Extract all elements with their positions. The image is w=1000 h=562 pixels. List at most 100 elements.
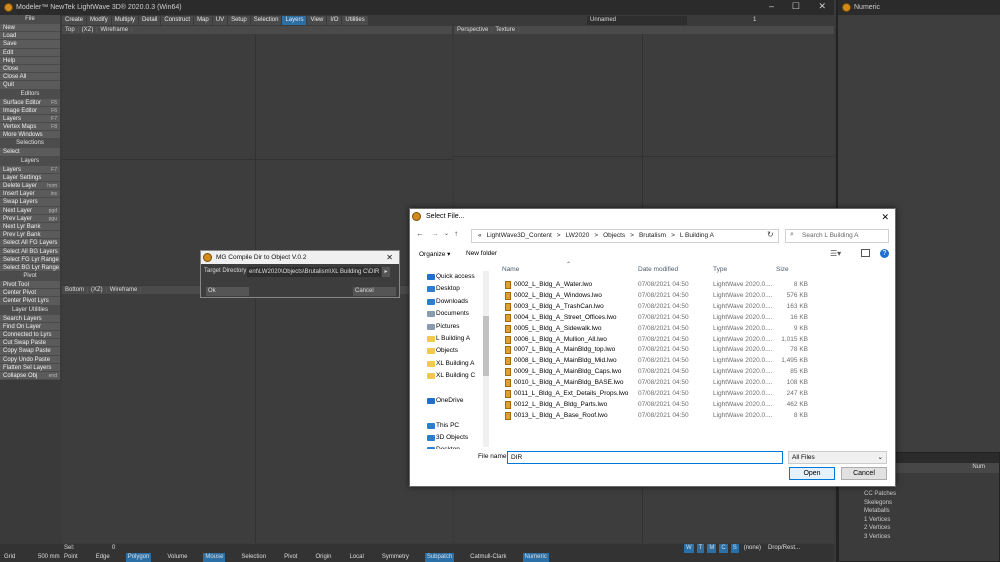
nav-item-objects[interactable]: Objects — [421, 345, 492, 357]
sidebar-button[interactable]: Surface Editor F5 — [0, 98, 60, 107]
sidebar-button[interactable]: Search Layers — [0, 314, 60, 323]
col-date[interactable]: Date modified — [638, 266, 678, 273]
sidebar-button[interactable]: Prev Layer pgu — [0, 214, 60, 223]
search-input[interactable]: Search L Building A — [785, 229, 889, 243]
status-local[interactable]: Local — [347, 553, 365, 562]
sidebar-button[interactable]: Next Layer pgd — [0, 206, 60, 215]
sidebar-button[interactable]: Cut Swap Paste — [0, 339, 60, 348]
sidebar-button[interactable]: Copy Undo Paste — [0, 355, 60, 364]
browse-arrow-icon[interactable]: ▸ — [382, 267, 390, 277]
file-row[interactable]: 0005_L_Bldg_A_Sidewalk.lwo 07/08/2021 04:… — [501, 323, 818, 334]
status-numeric[interactable]: Numeric — [522, 553, 549, 562]
close-icon[interactable]: ✕ — [881, 209, 889, 225]
sidebar-button[interactable]: Pivot Tool — [0, 281, 60, 290]
sidebar-button[interactable]: Select BG Lyr Range — [0, 263, 60, 273]
sidebar-button[interactable]: Collapse Obj end — [0, 371, 60, 381]
sidebar-button[interactable]: Next Lyr Bank — [0, 222, 60, 232]
target-dir-input[interactable]: ent\LW2020\Objects\Brutalism\XL Building… — [247, 267, 381, 277]
sidebar-button[interactable]: Save — [0, 40, 60, 49]
nav-item-xl-building-c[interactable]: XL Building C — [421, 370, 492, 382]
viewport-bottom[interactable]: Bottom (XZ) Wireframe — [62, 286, 452, 543]
status-right-item[interactable]: M — [707, 544, 717, 553]
nav-item-downloads[interactable]: Downloads — [421, 296, 492, 308]
layer-list-item[interactable]: 3 Vertices — [864, 533, 999, 542]
ok-button[interactable]: Ok — [206, 287, 249, 296]
layer-number[interactable]: 1 — [753, 16, 756, 25]
sidebar-button[interactable]: Swap Layers — [0, 198, 60, 207]
file-row[interactable]: 0002_L_Bldg_A_Windows.lwo 07/08/2021 04:5… — [501, 290, 818, 301]
address-bar[interactable]: « LightWave3D_Content > LW2020 > Objects > Brut… — [471, 229, 779, 243]
nav-item-3d-objects[interactable]: 3D Objects — [421, 432, 492, 444]
refresh-icon[interactable]: ↻ — [767, 230, 774, 239]
sidebar-button[interactable]: Copy Swap Paste — [0, 347, 60, 356]
tab-detail[interactable]: Detail — [139, 16, 161, 25]
tab-construct[interactable]: Construct — [161, 16, 194, 25]
status-mouse[interactable]: Mouse — [203, 553, 226, 562]
sidebar-button[interactable]: Layers F7 — [0, 165, 60, 174]
layer-list-item[interactable]: Skelegons — [864, 499, 999, 508]
sidebar-button[interactable]: New — [0, 24, 60, 33]
breadcrumb-item[interactable]: L Building A — [680, 232, 714, 239]
view-mode[interactable]: Perspective — [454, 27, 493, 33]
status-subpatch[interactable]: Subpatch — [424, 553, 455, 562]
status-catmullclark[interactable]: Catmull-Clark — [468, 553, 508, 562]
sidebar-button[interactable]: Image Editor F6 — [0, 106, 60, 115]
file-row[interactable]: 0013_L_Bldg_A_Base_Roof.lwo 07/08/2021 04… — [501, 410, 818, 421]
organize-button[interactable]: Organize ▾ — [419, 250, 450, 258]
sidebar-button[interactable]: Center Pivot — [0, 289, 60, 298]
layer-list-item[interactable]: 1 Vertices — [864, 516, 999, 525]
cancel-button[interactable]: Cancel — [353, 287, 396, 296]
file-row[interactable]: 0010_L_Bldg_A_MainBldg_BASE.lwo 07/08/202… — [501, 377, 818, 388]
back-arrow-icon[interactable]: ← — [416, 229, 424, 238]
filename-input[interactable]: DIR — [507, 451, 783, 464]
open-button[interactable]: Open — [789, 467, 835, 480]
tab-layers[interactable]: Layers — [282, 16, 307, 25]
sidebar-button[interactable]: Quit — [0, 81, 60, 90]
breadcrumb-item[interactable]: LightWave3D_Content — [487, 232, 552, 239]
sidebar-button[interactable]: Flatten Sel Layers — [0, 363, 60, 372]
tab-modify[interactable]: Modify — [87, 16, 111, 25]
status-right-item[interactable]: (none) — [742, 544, 763, 553]
sidebar-button[interactable]: Prev Lyr Bank — [0, 231, 60, 240]
sidebar-button[interactable]: Help — [0, 56, 60, 65]
tab-multiply[interactable]: Multiply — [111, 16, 139, 25]
sidebar-button[interactable]: Close — [0, 64, 60, 74]
tab-setup[interactable]: Setup — [228, 16, 250, 25]
viewport-top[interactable]: Top (XZ) Wireframe — [62, 26, 452, 285]
render-mode[interactable]: Texture — [492, 27, 520, 33]
sidebar-button[interactable]: Center Pivot Lyrs — [0, 297, 60, 306]
nav-item-desktop[interactable]: Desktop — [421, 283, 492, 295]
sidebar-button[interactable]: Connected to Lyrs — [0, 331, 60, 340]
status-right-item[interactable]: C — [719, 544, 728, 553]
sidebar-button[interactable]: Select FG Lyr Range — [0, 255, 60, 264]
status-edge[interactable]: Edge — [94, 553, 112, 562]
file-row[interactable]: 0002_L_Bldg_A_Water.lwo 07/08/2021 04:50 L… — [501, 279, 818, 290]
file-row[interactable]: 0007_L_Bldg_A_MainBldg_top.lwo 07/08/2021… — [501, 344, 818, 355]
sidebar-button[interactable]: Select — [0, 148, 60, 157]
new-folder-button[interactable]: New folder — [466, 250, 497, 257]
nav-item-xl-building-a[interactable]: XL Building A — [421, 358, 492, 370]
nav-item-onedrive[interactable]: OneDrive — [421, 395, 492, 407]
layer-list-item[interactable]: CC Patches — [864, 490, 999, 499]
view-mode[interactable]: Bottom — [62, 287, 89, 293]
status-point[interactable]: Point — [62, 553, 80, 562]
tab-utilities[interactable]: Utilities — [342, 16, 368, 25]
layer-list-item[interactable]: Metaballs — [864, 507, 999, 516]
status-right-item[interactable]: W — [684, 544, 694, 553]
file-row[interactable]: 0004_L_Bldg_A_Street_Offices.lwo 07/08/20… — [501, 312, 818, 323]
sidebar-button[interactable]: Vertex Maps F8 — [0, 123, 60, 132]
nav-item-this-pc[interactable]: This PC — [421, 420, 492, 432]
col-size[interactable]: Size — [776, 266, 789, 273]
render-mode[interactable]: Wireframe — [97, 27, 133, 33]
breadcrumb-item[interactable]: Objects — [603, 232, 625, 239]
sidebar-button[interactable]: Find On Layer — [0, 322, 60, 331]
file-type-select[interactable]: All Files ⌄ — [788, 451, 887, 464]
nav-item-quick-access[interactable]: Quick access — [421, 271, 492, 283]
recent-chevron-icon[interactable]: ⌄ — [444, 230, 449, 237]
col-name[interactable]: Name — [502, 266, 519, 273]
help-icon[interactable]: ? — [880, 249, 889, 258]
file-row[interactable]: 0006_L_Bldg_A_Mullion_All.lwo 07/08/2021 … — [501, 334, 818, 345]
nav-item-documents[interactable]: Documents — [421, 308, 492, 320]
minimize-icon[interactable]: – — [769, 1, 774, 11]
view-axis[interactable]: (XZ) — [79, 27, 98, 33]
